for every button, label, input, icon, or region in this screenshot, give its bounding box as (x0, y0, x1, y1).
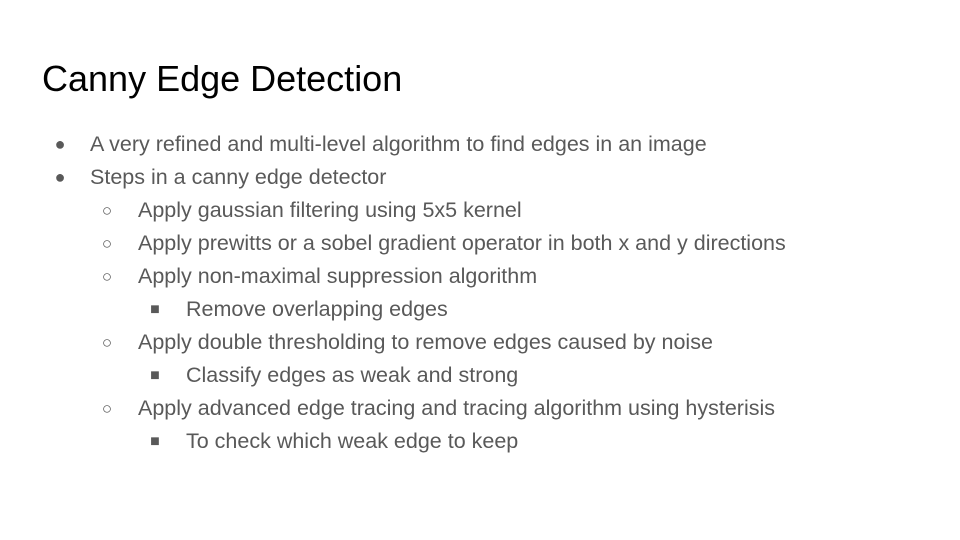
hollow-circle-icon: ○ (101, 234, 113, 253)
sub-bullet-item: ○ Apply advanced edge tracing and tracin… (0, 392, 960, 425)
slide: Canny Edge Detection ● A very refined an… (0, 0, 960, 540)
bullet-marker-icon: ● (54, 167, 66, 187)
bullet-item: ● Steps in a canny edge detector (0, 161, 960, 194)
sub-bullet-text: Apply advanced edge tracing and tracing … (138, 396, 776, 420)
square-icon: ■ (150, 301, 160, 318)
sub-bullet-text: Apply gaussian filtering using 5x5 kerne… (138, 198, 522, 222)
square-icon: ■ (150, 367, 160, 384)
hollow-circle-icon: ○ (101, 333, 113, 352)
slide-title: Canny Edge Detection (42, 58, 403, 99)
sub-bullet-item: ○ Apply non-maximal suppression algorith… (0, 260, 960, 293)
sub-sub-bullet-item: ■ Classify edges as weak and strong (0, 359, 960, 392)
sub-sub-bullet-item: ■ Remove overlapping edges (0, 293, 960, 326)
sub-bullet-text: Apply prewitts or a sobel gradient opera… (138, 231, 786, 255)
sub-bullet-text: Apply non-maximal suppression algorithm (138, 264, 538, 288)
sub-sub-bullet-text: To check which weak edge to keep (186, 429, 519, 453)
sub-sub-bullet-text: Classify edges as weak and strong (186, 363, 519, 387)
sub-bullet-text: Apply double thresholding to remove edge… (138, 330, 713, 354)
hollow-circle-icon: ○ (101, 399, 113, 418)
sub-bullet-item: ○ Apply prewitts or a sobel gradient ope… (0, 227, 960, 260)
sub-bullet-item: ○ Apply gaussian filtering using 5x5 ker… (0, 194, 960, 227)
sub-bullet-item: ○ Apply double thresholding to remove ed… (0, 326, 960, 359)
square-icon: ■ (150, 433, 160, 450)
hollow-circle-icon: ○ (101, 201, 113, 220)
bullet-list: ● A very refined and multi-level algorit… (0, 128, 960, 458)
bullet-item: ● A very refined and multi-level algorit… (0, 128, 960, 161)
sub-sub-bullet-text: Remove overlapping edges (186, 297, 448, 321)
hollow-circle-icon: ○ (101, 267, 113, 286)
bullet-text: A very refined and multi-level algorithm… (90, 132, 707, 156)
sub-sub-bullet-item: ■ To check which weak edge to keep (0, 425, 960, 458)
bullet-text: Steps in a canny edge detector (90, 165, 387, 189)
bullet-marker-icon: ● (54, 134, 66, 154)
